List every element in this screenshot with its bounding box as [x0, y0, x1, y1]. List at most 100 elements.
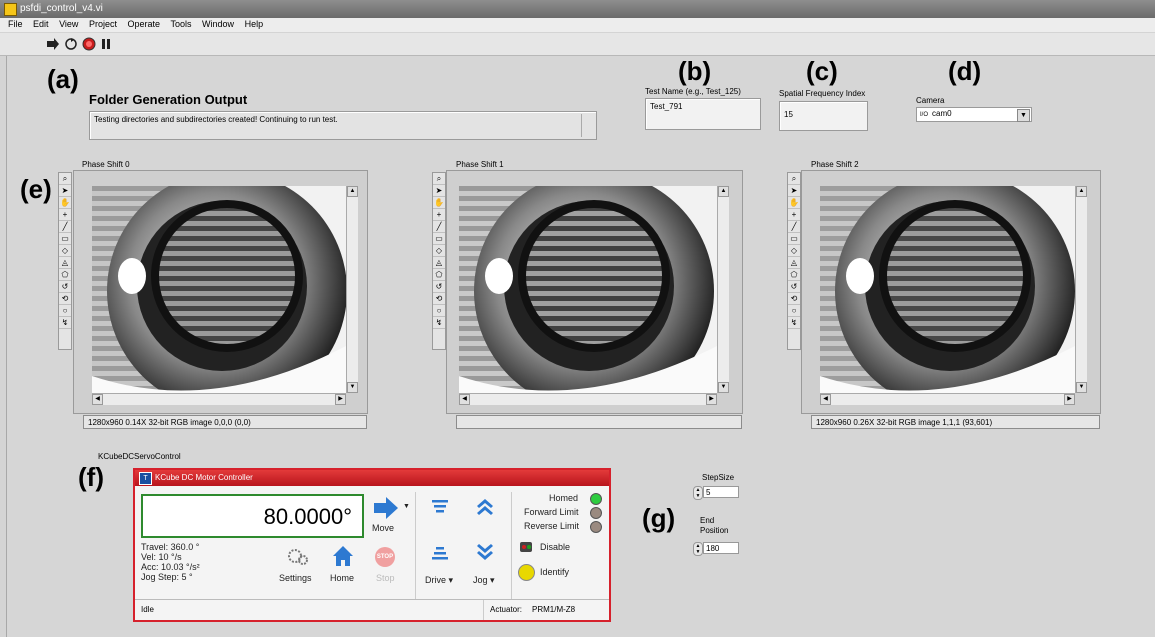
rectangle-tool-icon[interactable]: ▭ [788, 233, 800, 245]
point-tool-icon[interactable]: + [59, 209, 71, 221]
point-tool-icon[interactable]: + [788, 209, 800, 221]
spatial-freq-input[interactable]: 15 [779, 101, 868, 131]
broken-line-icon[interactable]: ↯ [788, 317, 800, 329]
pointer-icon[interactable]: ➤ [433, 185, 445, 197]
freehand-tool-icon[interactable]: ↺ [433, 281, 445, 293]
scroll-right-icon[interactable]: ▶ [706, 394, 717, 405]
test-name-input[interactable]: Test_791 [645, 98, 761, 130]
rotated-rect-icon[interactable]: ◇ [433, 245, 445, 257]
oval-tool-icon[interactable]: ○ [788, 305, 800, 317]
menu-view[interactable]: View [59, 19, 78, 29]
image-tool-palette-1[interactable]: ⌕ ➤ ✋ + ╱ ▭ ◇ ◬ ⬠ ↺ ⟲ ○ ↯ [432, 172, 446, 350]
menu-help[interactable]: Help [245, 19, 264, 29]
disable-motor-icon[interactable] [518, 539, 534, 555]
move-button[interactable]: Move [372, 523, 394, 533]
scroll-right-icon[interactable]: ▶ [1064, 394, 1075, 405]
pointer-icon[interactable]: ➤ [59, 185, 71, 197]
run-arrow-icon[interactable] [46, 37, 60, 51]
image-0-vscroll[interactable]: ▲ ▼ [346, 186, 358, 393]
scroll-left-icon[interactable]: ◀ [92, 394, 103, 405]
oval-tool-icon[interactable]: ○ [433, 305, 445, 317]
zoom-icon[interactable]: ⌕ [788, 173, 800, 185]
rectangle-tool-icon[interactable]: ▭ [59, 233, 71, 245]
scroll-up-icon[interactable]: ▲ [1076, 186, 1087, 197]
menu-window[interactable]: Window [202, 19, 234, 29]
home-icon[interactable] [332, 545, 354, 567]
settings-button[interactable]: Settings [279, 573, 312, 583]
home-button[interactable]: Home [330, 573, 354, 583]
menu-project[interactable]: Project [89, 19, 117, 29]
pointer-icon[interactable]: ➤ [788, 185, 800, 197]
drive-button[interactable]: Drive ▾ [425, 575, 453, 586]
image-tool-palette-2[interactable]: ⌕ ➤ ✋ + ╱ ▭ ◇ ◬ ⬠ ↺ ⟲ ○ ↯ [787, 172, 801, 350]
chevron-down-icon[interactable]: ▼ [1017, 109, 1030, 122]
identify-button[interactable]: Identify [540, 567, 569, 577]
scroll-down-icon[interactable]: ▼ [718, 382, 729, 393]
drive-reverse-icon[interactable] [431, 545, 449, 563]
freehand-tool-icon[interactable]: ↺ [59, 281, 71, 293]
broken-line-icon[interactable]: ↯ [433, 317, 445, 329]
jog-button[interactable]: Jog ▾ [473, 575, 495, 586]
scroll-left-icon[interactable]: ◀ [459, 394, 470, 405]
line-tool-icon[interactable]: ╱ [433, 221, 445, 233]
rotated-rect-icon[interactable]: ◇ [788, 245, 800, 257]
menu-file[interactable]: File [8, 19, 23, 29]
image-2-hscroll[interactable]: ◀ ▶ [820, 393, 1075, 405]
image-display-1[interactable]: ▲ ▼ ◀ ▶ [446, 170, 743, 414]
image-tool-palette-0[interactable]: ⌕ ➤ ✋ + ╱ ▭ ◇ ◬ ⬠ ↺ ⟲ ○ ↯ [58, 172, 72, 350]
annulus-tool-icon[interactable]: ◬ [59, 257, 71, 269]
pause-icon[interactable] [99, 37, 113, 51]
drive-forward-icon[interactable] [431, 498, 449, 516]
identify-icon[interactable] [518, 564, 535, 581]
folder-output-scrollbar[interactable] [581, 114, 594, 137]
end-position-spinner[interactable]: ▲ ▼ [693, 542, 703, 556]
freehand-region-icon[interactable]: ⟲ [433, 293, 445, 305]
image-1-vscroll[interactable]: ▲ ▼ [717, 186, 729, 393]
freehand-tool-icon[interactable]: ↺ [788, 281, 800, 293]
jog-forward-icon[interactable] [475, 496, 495, 516]
annulus-tool-icon[interactable]: ◬ [788, 257, 800, 269]
annulus-tool-icon[interactable]: ◬ [433, 257, 445, 269]
freehand-region-icon[interactable]: ⟲ [788, 293, 800, 305]
pan-hand-icon[interactable]: ✋ [433, 197, 445, 209]
image-2-vscroll[interactable]: ▲ ▼ [1075, 186, 1087, 393]
image-display-0[interactable]: ▲ ▼ ◀ ▶ [73, 170, 368, 414]
scroll-left-icon[interactable]: ◀ [820, 394, 831, 405]
scroll-up-icon[interactable]: ▲ [718, 186, 729, 197]
freehand-region-icon[interactable]: ⟲ [59, 293, 71, 305]
scroll-up-icon[interactable]: ▲ [347, 186, 358, 197]
disable-button[interactable]: Disable [540, 542, 570, 552]
line-tool-icon[interactable]: ╱ [788, 221, 800, 233]
polygon-tool-icon[interactable]: ⬠ [59, 269, 71, 281]
jog-reverse-icon[interactable] [475, 543, 495, 563]
stop-button[interactable]: Stop [376, 573, 395, 583]
abort-icon[interactable] [82, 37, 96, 51]
move-arrow-icon[interactable] [374, 497, 400, 519]
menu-tools[interactable]: Tools [171, 19, 192, 29]
oval-tool-icon[interactable]: ○ [59, 305, 71, 317]
scroll-right-icon[interactable]: ▶ [335, 394, 346, 405]
step-size-input[interactable]: 5 [703, 486, 739, 498]
move-dropdown-icon[interactable]: ▼ [403, 503, 410, 510]
zoom-icon[interactable]: ⌕ [59, 173, 71, 185]
rotated-rect-icon[interactable]: ◇ [59, 245, 71, 257]
run-continuously-icon[interactable] [64, 37, 78, 51]
polygon-tool-icon[interactable]: ⬠ [433, 269, 445, 281]
step-size-spinner[interactable]: ▲ ▼ [693, 486, 703, 500]
stop-icon[interactable]: STOP [375, 547, 395, 567]
pan-hand-icon[interactable]: ✋ [59, 197, 71, 209]
scroll-down-icon[interactable]: ▼ [1076, 382, 1087, 393]
polygon-tool-icon[interactable]: ⬠ [788, 269, 800, 281]
line-tool-icon[interactable]: ╱ [59, 221, 71, 233]
menu-operate[interactable]: Operate [127, 19, 160, 29]
scroll-down-icon[interactable]: ▼ [347, 382, 358, 393]
end-position-input[interactable]: 180 [703, 542, 739, 554]
broken-line-icon[interactable]: ↯ [59, 317, 71, 329]
pan-hand-icon[interactable]: ✋ [788, 197, 800, 209]
camera-select[interactable]: I/O cam0 ▼ [916, 107, 1032, 122]
image-display-2[interactable]: ▲ ▼ ◀ ▶ [801, 170, 1101, 414]
zoom-icon[interactable]: ⌕ [433, 173, 445, 185]
rectangle-tool-icon[interactable]: ▭ [433, 233, 445, 245]
image-1-hscroll[interactable]: ◀ ▶ [459, 393, 717, 405]
menu-edit[interactable]: Edit [33, 19, 49, 29]
